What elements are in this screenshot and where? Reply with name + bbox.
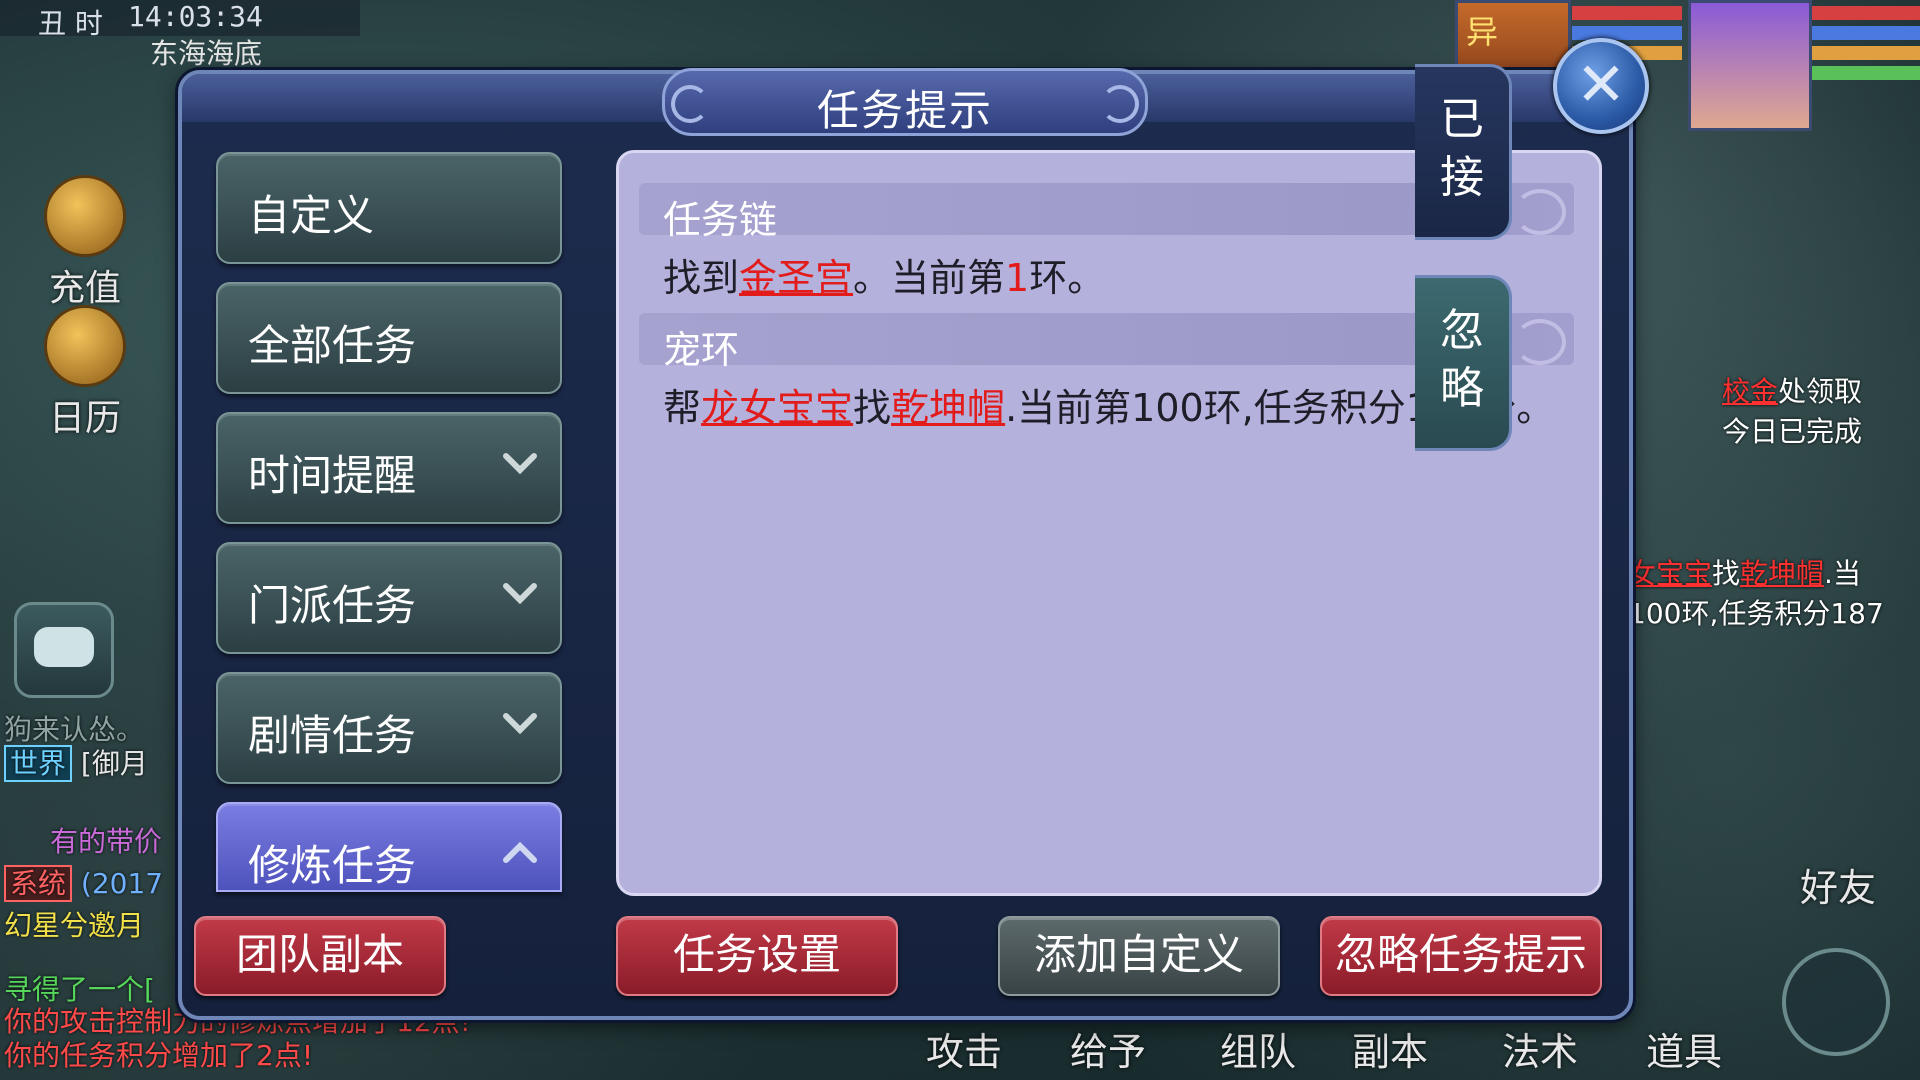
- dungeon-button[interactable]: 副本: [1352, 1021, 1428, 1076]
- tab-ignore-label: 忽略: [1440, 305, 1484, 414]
- task-text: 找: [853, 386, 892, 430]
- chat-purple-line: 有的带价: [50, 825, 163, 858]
- calendar-label: 日历: [48, 398, 121, 439]
- category-sect-tasks[interactable]: 门派任务: [216, 542, 562, 654]
- chat-world-text: [御月: [80, 747, 148, 780]
- task-text: 帮: [663, 386, 702, 430]
- treasure-icon: [44, 175, 126, 257]
- task-ring-number: 1: [1005, 256, 1030, 300]
- task-text: 环。: [1029, 256, 1106, 300]
- task-text: 找到: [663, 256, 740, 300]
- section-title: 任务链: [663, 198, 778, 242]
- give-button[interactable]: 给予: [1070, 1021, 1146, 1076]
- spell-button[interactable]: 法术: [1502, 1021, 1578, 1076]
- add-custom-button[interactable]: 添加自定义: [998, 916, 1280, 996]
- recharge-button[interactable]: 充值: [30, 175, 140, 309]
- category-story-tasks[interactable]: 剧情任务: [216, 672, 562, 784]
- tab-accepted[interactable]: 已接: [1415, 64, 1512, 240]
- tracker-text-1: 处领取: [1778, 375, 1863, 408]
- cloud-swirl-icon: [1514, 189, 1566, 235]
- tracker-line-4: 100环,任务积分187: [1628, 597, 1884, 630]
- category-label: 门派任务: [248, 581, 417, 630]
- pet-hp-bar: [1572, 6, 1682, 20]
- tab-ignore[interactable]: 忽略: [1415, 275, 1512, 451]
- task-settings-button[interactable]: 任务设置: [616, 916, 898, 996]
- category-custom[interactable]: 自定义: [216, 152, 562, 264]
- team-dungeon-button[interactable]: 团队副本: [194, 916, 446, 996]
- task-text: 。当前第: [853, 256, 1006, 300]
- player-mp-bar: [1812, 26, 1920, 40]
- close-button[interactable]: ✕: [1553, 38, 1649, 134]
- time-period: 丑 时: [38, 7, 103, 40]
- chevron-down-icon: [503, 583, 537, 605]
- task-content-panel: 任务链 找到金圣宫。当前第1环。 宠环 帮龙女宝宝找乾坤帽.当前第100环,任务…: [616, 150, 1602, 896]
- close-icon: ✕: [1575, 50, 1627, 120]
- player-portrait[interactable]: [1688, 0, 1812, 131]
- tracker-text-3b: .当: [1824, 557, 1861, 590]
- attack-button[interactable]: 攻击: [926, 1021, 1002, 1076]
- tracker-line-1: 校金处领取: [1722, 370, 1862, 410]
- chat-system-text: (2017: [80, 867, 164, 900]
- tracker-hl-3: 乾坤帽: [1740, 557, 1825, 590]
- location-label: 东海海底: [150, 37, 263, 70]
- chat-bubble-icon[interactable]: [14, 602, 114, 698]
- tracker-line-3: 女宝宝找乾坤帽.当: [1628, 552, 1861, 592]
- category-all-tasks[interactable]: 全部任务: [216, 282, 562, 394]
- task-link-longnv[interactable]: 龙女宝宝: [701, 386, 853, 430]
- task-chain-line: 找到金圣宫。当前第1环。: [663, 247, 1105, 302]
- clock: 14:03:34: [128, 0, 263, 33]
- task-link-qiankunmao[interactable]: 乾坤帽: [891, 386, 1005, 430]
- tracker-text-3a: 找: [1712, 557, 1741, 590]
- chevron-down-icon: [503, 453, 537, 475]
- refresh-icon[interactable]: [1782, 948, 1890, 1056]
- pet-tag: 异: [1466, 13, 1499, 51]
- category-label: 全部任务: [248, 321, 417, 370]
- player-exp-bar: [1812, 66, 1920, 80]
- tracker-hl-1: 校金: [1722, 375, 1779, 408]
- team-button[interactable]: 组队: [1220, 1021, 1296, 1076]
- chat-yellow-line: 幻星兮邀月: [4, 909, 145, 942]
- category-list: 自定义 全部任务 时间提醒 门派任务 剧情任务 修炼任务: [216, 152, 562, 910]
- tab-accepted-label: 已接: [1440, 94, 1484, 203]
- friend-button[interactable]: 好友: [1800, 857, 1876, 912]
- ignore-task-hint-button[interactable]: 忽略任务提示: [1320, 916, 1602, 996]
- cloud-swirl-icon: [1514, 319, 1566, 365]
- player-hp-bar: [1812, 6, 1920, 20]
- channel-tag-world[interactable]: 世界: [4, 745, 73, 782]
- category-label: 时间提醒: [248, 451, 417, 500]
- time-bar: 丑 时 14:03:34: [0, 0, 360, 40]
- chevron-up-icon: [503, 841, 537, 863]
- player-anger-bar: [1812, 46, 1920, 60]
- pet-mp-bar: [1572, 26, 1682, 40]
- category-label: 自定义: [248, 191, 375, 240]
- chat-system-line: 系统 (2017: [4, 862, 163, 902]
- chevron-down-icon: [503, 713, 537, 735]
- items-button[interactable]: 道具: [1646, 1021, 1722, 1076]
- dialog-title: 任务提示: [816, 86, 993, 135]
- task-link-jinshenggong[interactable]: 金圣宫: [739, 256, 853, 300]
- chat-world-line: 世界 [御月: [4, 742, 148, 782]
- category-label: 修炼任务: [248, 841, 417, 890]
- channel-tag-system[interactable]: 系统: [4, 865, 73, 902]
- recharge-label: 充值: [48, 268, 121, 309]
- section-title: 宠环: [663, 328, 740, 372]
- category-time-reminder[interactable]: 时间提醒: [216, 412, 562, 524]
- chat-red-line-2: 你的任务积分增加了2点!: [4, 1039, 314, 1072]
- dialog-title-plate: 任务提示: [662, 68, 1148, 136]
- calendar-button[interactable]: 日历: [30, 305, 140, 439]
- calendar-icon: [44, 305, 126, 387]
- category-label: 剧情任务: [248, 711, 417, 760]
- category-cultivation-tasks[interactable]: 修炼任务: [216, 802, 562, 892]
- tracker-hl-2: 女宝宝: [1628, 557, 1713, 590]
- tracker-line-2: 今日已完成: [1722, 415, 1863, 448]
